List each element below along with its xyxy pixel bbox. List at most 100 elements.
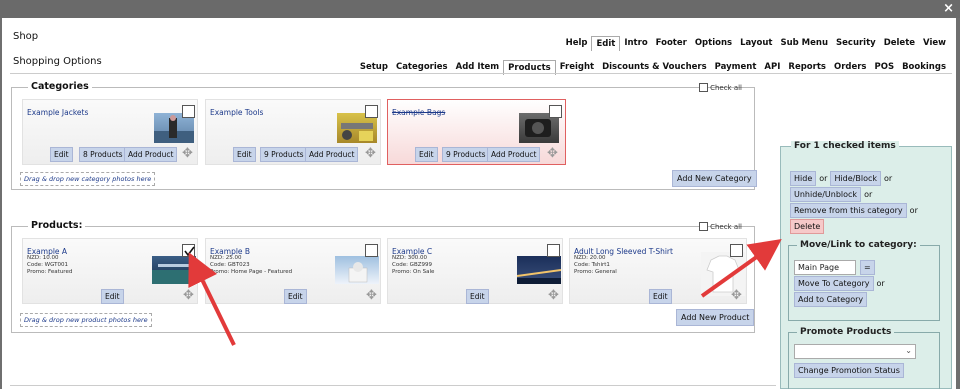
remove-row: Remove from this category or [790, 203, 921, 218]
move-icon[interactable]: ✥ [731, 288, 742, 303]
hide-button[interactable]: Hide [790, 171, 817, 186]
move-to-category-button[interactable]: Move To Category [794, 276, 874, 291]
product-checkbox[interactable] [365, 244, 378, 257]
product-price: NZD: 300.00 [392, 255, 427, 261]
menu-view[interactable]: View [919, 36, 950, 51]
hide-block-button[interactable]: Hide/Block [830, 171, 882, 186]
category-name[interactable]: Example Tools [210, 108, 263, 117]
category-checkbox[interactable] [365, 105, 378, 118]
categories-legend: Categories [28, 81, 92, 92]
menu-edit[interactable]: Edit [591, 36, 621, 51]
unhide-row: Unhide/Unblock or [790, 187, 875, 202]
add-row: Add to Category [794, 292, 868, 307]
category-card: Example Jackets Edit 8 Products Add Prod… [22, 99, 198, 165]
checkbox[interactable] [699, 222, 709, 231]
move-icon[interactable]: ✥ [365, 146, 376, 161]
product-card: Example A NZD: 10.00 Code: WGT001 Promo:… [22, 238, 198, 304]
checkbox[interactable] [699, 83, 709, 92]
category-drop-zone[interactable]: Drag & drop new category photos here [20, 172, 156, 186]
category-checkbox[interactable] [549, 105, 562, 118]
product-card: Adult Long Sleeved T-Shirt NZD: 20.00 Co… [569, 238, 747, 304]
add-new-product-button[interactable]: Add New Product [676, 309, 755, 326]
move-icon[interactable]: ✥ [182, 146, 193, 161]
add-to-category-button[interactable]: Add to Category [794, 292, 868, 307]
move-icon[interactable]: ✥ [366, 288, 377, 303]
or-label: or [819, 174, 828, 183]
checkmark-icon [184, 246, 195, 257]
category-card-hidden: Example Bags Edit 9 Products Add Product… [387, 99, 566, 165]
category-name[interactable]: Example Jackets [27, 108, 88, 117]
edit-category-button[interactable]: Edit [50, 147, 73, 162]
product-promo: Promo: On Sale [392, 269, 435, 275]
menu-options[interactable]: Options [691, 36, 736, 51]
move-link-box: Move/Link to category: Main Page = Move … [788, 240, 940, 321]
check-all-label: Check all [710, 83, 742, 92]
section-divider [10, 385, 776, 386]
bridge-photo-icon [516, 269, 562, 284]
promotion-select[interactable]: ⌄ [794, 344, 916, 359]
product-checkbox[interactable] [547, 244, 560, 257]
category-name[interactable]: Example Bags [392, 108, 445, 117]
edit-product-button[interactable]: Edit [649, 289, 672, 304]
category-products-button[interactable]: 9 Products [260, 147, 308, 162]
move-icon[interactable]: ✥ [183, 288, 194, 303]
bulk-action-panel: For 1 checked items Hide or Hide/Block o… [780, 141, 952, 389]
category-card: Example Tools Edit 9 Products Add Produc… [205, 99, 381, 165]
category-products-button[interactable]: 9 Products [442, 147, 490, 162]
add-product-button[interactable]: Add Product [305, 147, 359, 162]
products-section: Products: Check all Example A NZD: 10.00… [11, 220, 755, 333]
product-card: Example C NZD: 300.00 Code: GBZ999 Promo… [387, 238, 563, 304]
hide-row: Hide or Hide/Block or [790, 171, 895, 186]
categories-check-all[interactable]: Check all [699, 83, 742, 92]
product-photo [335, 256, 379, 284]
products-check-all[interactable]: Check all [699, 222, 742, 231]
edit-category-button[interactable]: Edit [415, 147, 438, 162]
product-photo [152, 256, 196, 284]
add-new-category-button[interactable]: Add New Category [672, 170, 757, 187]
product-info: NZD: 20.00 Code: Tshirt1 Promo: General [574, 255, 617, 276]
product-drop-zone[interactable]: Drag & drop new product photos here [20, 313, 152, 327]
menu-layout[interactable]: Layout [736, 36, 776, 51]
edit-product-button[interactable]: Edit [101, 289, 124, 304]
edit-product-button[interactable]: Edit [284, 289, 307, 304]
remove-from-category-button[interactable]: Remove from this category [790, 203, 907, 218]
delete-button[interactable]: Delete [790, 219, 825, 234]
edit-product-button[interactable]: Edit [466, 289, 489, 304]
menu-security[interactable]: Security [832, 36, 880, 51]
category-checkbox[interactable] [182, 105, 195, 118]
equals-button[interactable]: = [860, 260, 875, 275]
page-title: Shop [13, 31, 39, 42]
edit-category-button[interactable]: Edit [233, 147, 256, 162]
delete-row: Delete [790, 219, 825, 234]
product-code: Code: Tshirt1 [574, 262, 610, 268]
product-card: Example B NZD: 25.00 Code: GBT023 Promo:… [205, 238, 381, 304]
check-all-label: Check all [710, 222, 742, 231]
category-products-button[interactable]: 8 Products [79, 147, 127, 162]
unhide-unblock-button[interactable]: Unhide/Unblock [790, 187, 862, 202]
page-subtitle: Shopping Options [13, 56, 102, 67]
move-link-legend: Move/Link to category: [797, 240, 920, 250]
close-icon[interactable]: × [943, 1, 954, 16]
product-price: NZD: 20.00 [574, 255, 606, 261]
menu-intro[interactable]: Intro [620, 36, 651, 51]
product-checkbox[interactable] [730, 244, 743, 257]
product-checkbox-checked[interactable] [182, 244, 195, 257]
move-icon[interactable]: ✥ [548, 288, 559, 303]
menu-submenu[interactable]: Sub Menu [776, 36, 832, 51]
promote-box: Promote Products ⌄ Change Promotion Stat… [788, 327, 940, 389]
add-product-button[interactable]: Add Product [124, 147, 178, 162]
harbour-photo-icon [152, 264, 196, 284]
product-info: NZD: 300.00 Code: GBZ999 Promo: On Sale [392, 255, 434, 276]
category-select[interactable]: Main Page [794, 260, 856, 275]
menu-delete[interactable]: Delete [880, 36, 919, 51]
move-icon[interactable]: ✥ [547, 146, 558, 161]
change-promotion-button[interactable]: Change Promotion Status [794, 363, 904, 378]
shop-panel: Shop Shopping Options Help Edit Intro Fo… [2, 18, 956, 389]
menu-help[interactable]: Help [562, 36, 592, 51]
product-code: Code: GBT023 [210, 262, 250, 268]
product-price: NZD: 10.00 [27, 255, 59, 261]
add-product-button[interactable]: Add Product [487, 147, 541, 162]
menu-footer[interactable]: Footer [652, 36, 691, 51]
chevron-down-icon: ⌄ [905, 346, 912, 355]
or-label: or [876, 279, 885, 288]
